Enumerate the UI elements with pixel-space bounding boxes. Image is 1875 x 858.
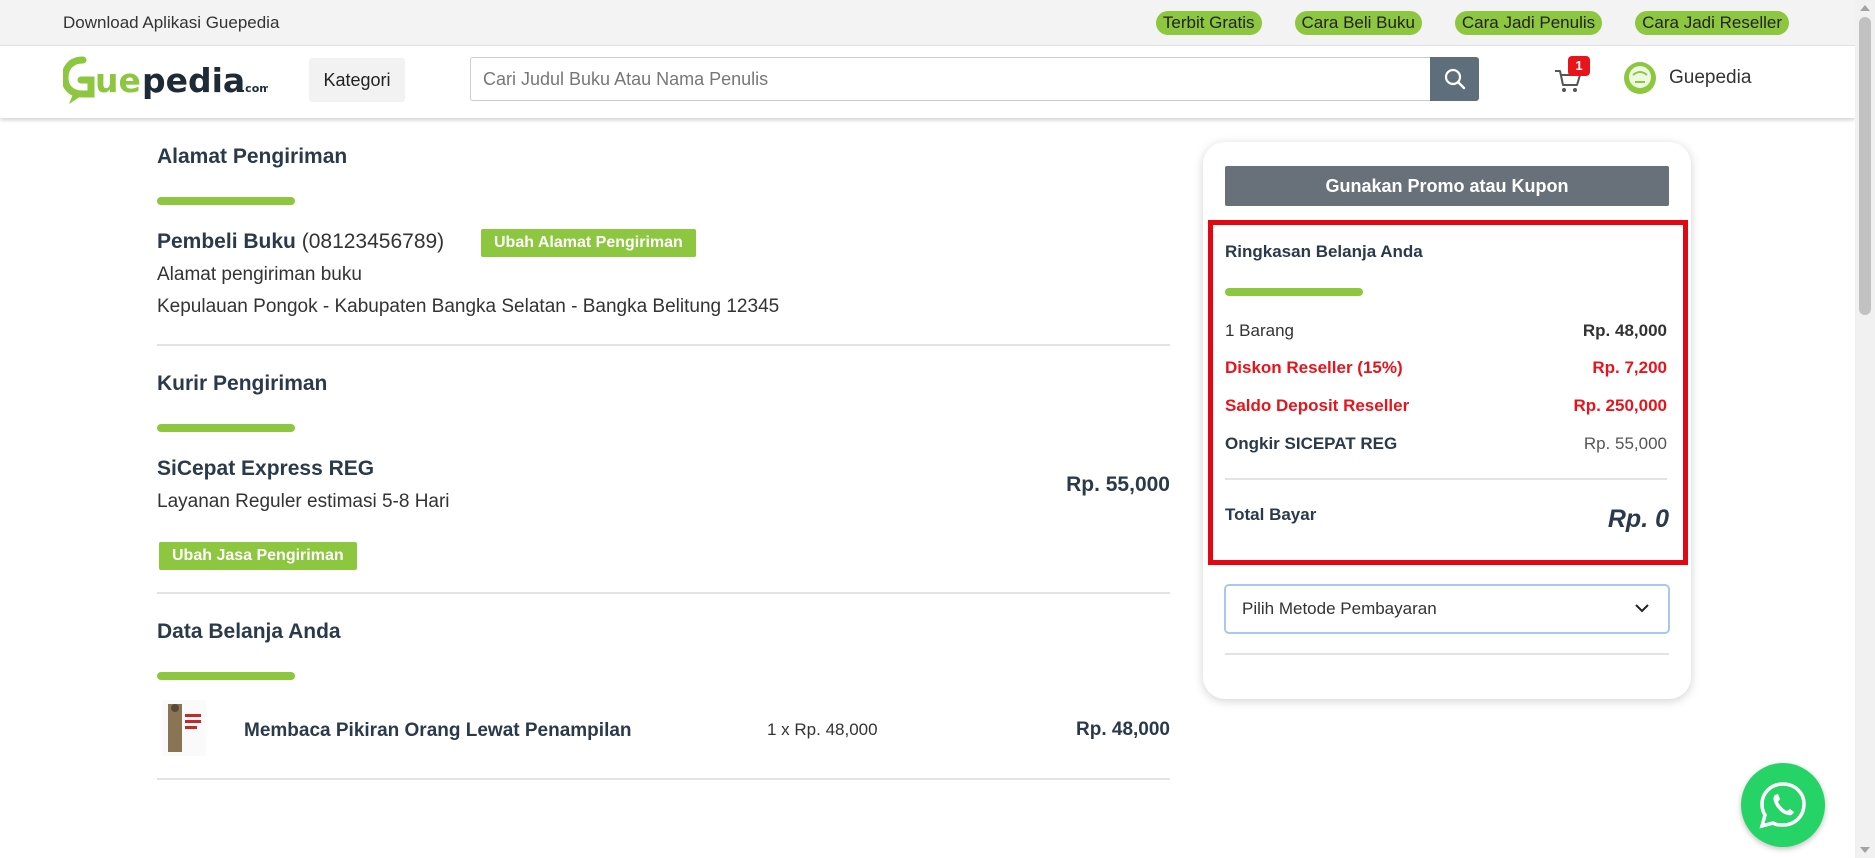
buyer-phone: (08123456789) — [301, 230, 445, 253]
payment-method-select[interactable]: Pilih Metode Pembayaran — [1224, 584, 1670, 634]
top-links: Terbit Gratis Cara Beli Buku Cara Jadi P… — [1155, 11, 1789, 35]
summary-row-label: Saldo Deposit Reseller — [1225, 396, 1410, 415]
kategori-button[interactable]: Kategori — [309, 58, 405, 102]
total-label: Total Bayar — [1225, 505, 1317, 524]
book-title[interactable]: Membaca Pikiran Orang Lewat Penampilan — [244, 720, 632, 742]
scrollbar-thumb[interactable] — [1859, 17, 1871, 315]
chevron-down-icon — [1635, 604, 1649, 613]
summary-row-value: Rp. 55,000 — [1583, 434, 1667, 453]
whatsapp-icon — [1759, 782, 1806, 829]
payment-method-value: Pilih Metode Pembayaran — [1242, 599, 1437, 618]
search-bar — [470, 57, 1479, 101]
search-input[interactable] — [470, 57, 1430, 101]
card-divider — [1225, 653, 1669, 655]
scroll-down-arrow[interactable] — [1860, 847, 1870, 853]
scroll-up-arrow[interactable] — [1860, 5, 1870, 11]
avatar-icon — [1624, 62, 1656, 94]
guepedia-logo[interactable]: ue pedia .com — [61, 54, 271, 108]
buyer-name: Pembeli Buku — [157, 230, 296, 253]
download-app-link[interactable]: Download Aplikasi Guepedia — [63, 13, 279, 33]
alamat-underline — [157, 197, 295, 205]
belanja-title: Data Belanja Anda — [157, 620, 341, 643]
order-summary-card: Gunakan Promo atau Kupon Ringkasan Belan… — [1203, 142, 1691, 699]
account-menu[interactable]: Guepedia — [1623, 61, 1751, 95]
summary-row-discount: Diskon Reseller (15%) Rp. 7,200 — [1225, 358, 1667, 378]
belanja-underline — [157, 672, 295, 680]
link-cara-jadi-reseller[interactable]: Cara Jadi Reseller — [1635, 11, 1789, 35]
cart-count-badge: 1 — [1568, 56, 1590, 76]
summary-divider — [1225, 478, 1667, 480]
alamat-title: Alamat Pengiriman — [157, 145, 348, 168]
book-cover-image — [162, 700, 206, 756]
link-cara-jadi-penulis[interactable]: Cara Jadi Penulis — [1454, 11, 1603, 35]
summary-title: Ringkasan Belanja Anda — [1225, 242, 1423, 261]
summary-highlight-box: Ringkasan Belanja Anda 1 Barang Rp. 48,0… — [1208, 220, 1688, 565]
book-subtotal: Rp. 48,000 — [1076, 719, 1170, 740]
main-header: ue pedia .com Kategori 1 Guepedia — [0, 46, 1855, 118]
kurir-underline — [157, 424, 295, 432]
address-line-2: Kepulauan Pongok - Kabupaten Bangka Sela… — [157, 296, 780, 317]
change-courier-button[interactable]: Ubah Jasa Pengiriman — [159, 542, 357, 570]
promo-coupon-button[interactable]: Gunakan Promo atau Kupon — [1225, 166, 1669, 206]
summary-row-label: Ongkir SICEPAT REG — [1225, 434, 1398, 453]
summary-row-shipping: Ongkir SICEPAT REG Rp. 55,000 — [1225, 434, 1667, 454]
summary-row-items: 1 Barang Rp. 48,000 — [1225, 321, 1667, 341]
summary-underline — [1225, 288, 1363, 296]
whatsapp-chat-button[interactable] — [1741, 763, 1825, 847]
address-line-1: Alamat pengiriman buku — [157, 264, 362, 285]
link-cara-beli-buku[interactable]: Cara Beli Buku — [1294, 11, 1422, 35]
summary-row-value: Rp. 48,000 — [1582, 321, 1667, 340]
link-terbit-gratis[interactable]: Terbit Gratis — [1155, 11, 1262, 35]
summary-row-deposit: Saldo Deposit Reseller Rp. 250,000 — [1225, 396, 1667, 416]
summary-row-label: 1 Barang — [1225, 321, 1294, 340]
divider — [157, 778, 1170, 780]
divider — [157, 592, 1170, 594]
summary-row-value: Rp. 7,200 — [1592, 358, 1667, 377]
search-icon — [1444, 68, 1465, 90]
divider — [157, 344, 1170, 346]
svg-text:pedia: pedia — [142, 61, 245, 100]
book-qty-price: 1 x Rp. 48,000 — [767, 720, 878, 739]
buyer-line: Pembeli Buku (08123456789) — [157, 230, 444, 254]
svg-text:.com: .com — [241, 82, 268, 95]
total-value: Rp. 0 — [1607, 505, 1669, 533]
summary-row-value: Rp. 250,000 — [1573, 396, 1667, 415]
courier-service: SiCepat Express REG — [157, 457, 375, 480]
logo-graphic: ue pedia .com — [61, 56, 271, 104]
kurir-title: Kurir Pengiriman — [157, 372, 328, 395]
change-address-button[interactable]: Ubah Alamat Pengiriman — [481, 229, 696, 257]
search-button[interactable] — [1430, 57, 1479, 101]
account-name: Guepedia — [1669, 67, 1752, 88]
book-cover-thumbnail[interactable] — [162, 700, 206, 756]
summary-row-label: Diskon Reseller (15%) — [1225, 358, 1403, 377]
top-bar: Download Aplikasi Guepedia Terbit Gratis… — [0, 0, 1855, 46]
courier-price: Rp. 55,000 — [1066, 473, 1170, 496]
courier-description: Layanan Reguler estimasi 5-8 Hari — [157, 491, 450, 512]
page-scrollbar[interactable] — [1855, 0, 1875, 858]
svg-text:ue: ue — [95, 61, 141, 100]
